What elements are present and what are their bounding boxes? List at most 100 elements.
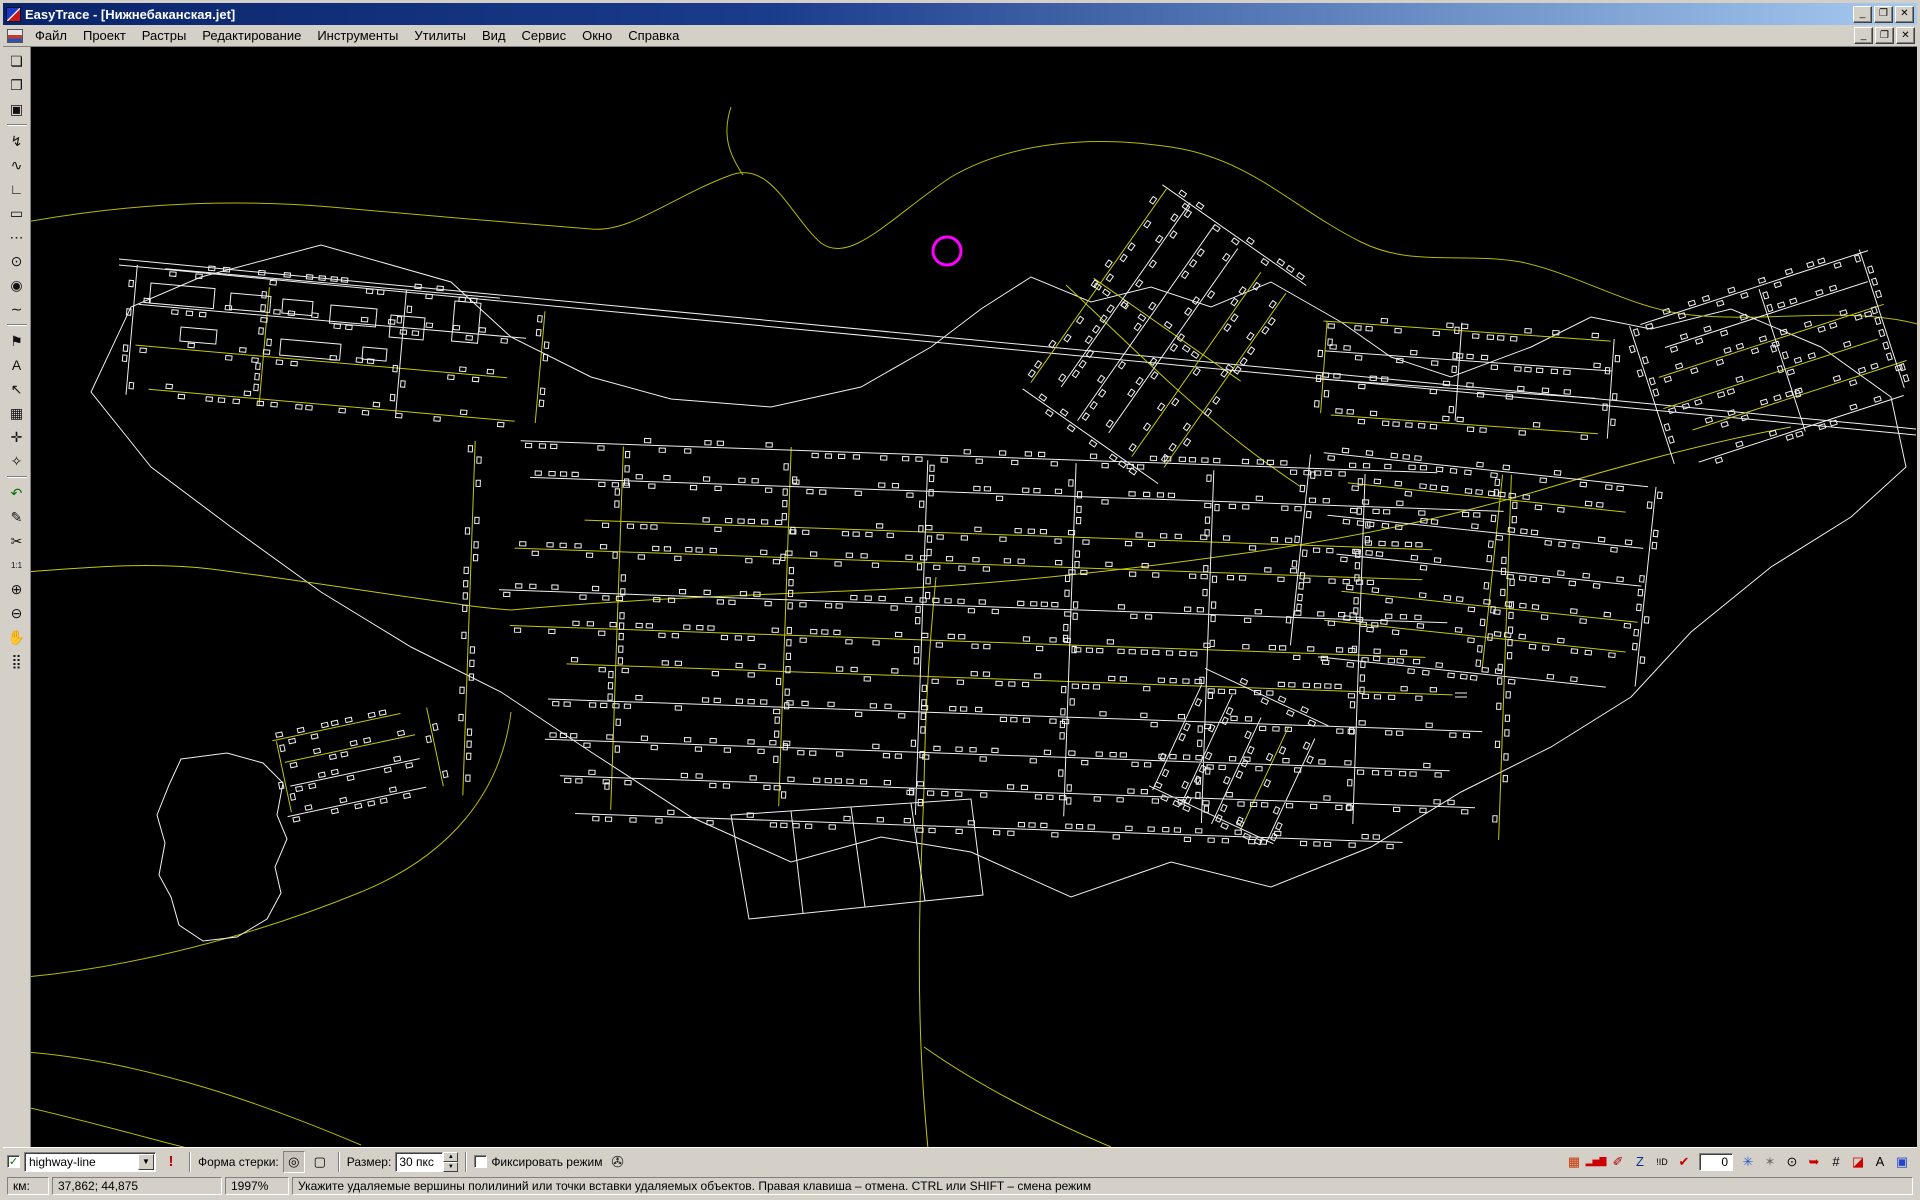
layer-colors-icon: ▣ — [1896, 1154, 1908, 1170]
menu-editing[interactable]: Редактирование — [194, 25, 309, 46]
open-project-button[interactable]: ❐ — [5, 73, 29, 97]
menu-utilities[interactable]: Утилиты — [406, 25, 474, 46]
object-id-icon: !ID — [1656, 1157, 1668, 1167]
node-edit-tool-button[interactable]: ✛ — [5, 425, 29, 449]
eraser-tool-button[interactable]: ✂ — [5, 529, 29, 553]
camera-button[interactable]: ✇ — [607, 1151, 629, 1173]
fix-mode-checkbox[interactable] — [474, 1155, 487, 1168]
minimize-button[interactable]: _ — [1853, 6, 1872, 23]
select-tool-icon: ↖ — [11, 381, 23, 398]
menu-view[interactable]: Вид — [474, 25, 514, 46]
grid-toggle-button[interactable]: # — [1825, 1151, 1847, 1173]
eraser-shape-label: Форма стерки: — [198, 1155, 279, 1169]
pan-tool-icon: ✋ — [8, 629, 25, 646]
zoom-out-icon: ⊖ — [11, 605, 23, 622]
rectangle-tool-button[interactable]: ▭ — [5, 201, 29, 225]
raster-pattern-tool-button[interactable]: ⣿ — [5, 649, 29, 673]
scale-1-1-icon: 1:1 — [11, 561, 22, 570]
join-node-button[interactable]: ✶ — [1759, 1151, 1781, 1173]
undo-button[interactable]: ↶ — [5, 481, 29, 505]
settlement-boundary — [91, 245, 1906, 897]
ortho-line-tool-icon: ∟ — [10, 181, 24, 197]
menu-project[interactable]: Проект — [75, 25, 134, 46]
alert-button[interactable]: ! — [160, 1151, 182, 1173]
scale-1-1-button[interactable]: 1:1 — [5, 553, 29, 577]
text-tool-icon: A — [12, 357, 21, 373]
layer-visible-checkbox[interactable]: ✓ — [7, 1155, 20, 1168]
restore-button[interactable]: ❐ — [1874, 6, 1893, 23]
layer-combobox[interactable]: highway-line ▼ — [24, 1152, 156, 1172]
exclamation-icon: ! — [169, 1153, 174, 1170]
node-edit-tool-icon: ✛ — [11, 429, 23, 446]
zoom-in-button[interactable]: ⊕ — [5, 577, 29, 601]
mdi-minimize-button[interactable]: _ — [1854, 27, 1873, 44]
eraser-circle-button[interactable]: ◎ — [283, 1151, 305, 1173]
wand-tool-icon: ✧ — [11, 453, 23, 470]
target-node-button[interactable]: ⊙ — [1781, 1151, 1803, 1173]
eraser-tool-icon: ✂ — [11, 533, 23, 550]
close-button[interactable]: ✕ — [1895, 6, 1914, 23]
freehand-tool-button[interactable]: ∼ — [5, 297, 29, 321]
flip-arrow-button[interactable]: ➥ — [1803, 1151, 1825, 1173]
spin-down-icon[interactable]: ▼ — [443, 1162, 458, 1172]
object-id-button[interactable]: !ID — [1651, 1151, 1673, 1173]
dotted-line-tool-button[interactable]: ⋯ — [5, 225, 29, 249]
text-objects-button[interactable]: A — [1869, 1151, 1891, 1173]
app-icon — [6, 7, 21, 22]
polyline-tool-button[interactable]: ↯ — [5, 129, 29, 153]
spin-up-icon[interactable]: ▲ — [443, 1152, 458, 1162]
pan-tool-button[interactable]: ✋ — [5, 625, 29, 649]
new-file-button[interactable]: ❏ — [5, 49, 29, 73]
menu-help[interactable]: Справка — [620, 25, 687, 46]
ortho-line-tool-button[interactable]: ∟ — [5, 177, 29, 201]
select-tool-button[interactable]: ↖ — [5, 377, 29, 401]
grid-toggle-icon: # — [1832, 1154, 1839, 1169]
generated-streets — [126, 185, 1904, 844]
flag-tool-button[interactable]: ⚑ — [5, 329, 29, 353]
open-project-icon: ❐ — [10, 77, 23, 94]
layer-colors-button[interactable]: ▣ — [1891, 1151, 1913, 1173]
menu-window[interactable]: Окно — [574, 25, 620, 46]
new-file-icon: ❏ — [10, 53, 23, 70]
validate-icon: ✔ — [1679, 1154, 1690, 1170]
spline-tool-button[interactable]: ∿ — [5, 153, 29, 177]
menu-rasters[interactable]: Растры — [134, 25, 195, 46]
map-canvas — [31, 47, 1917, 1147]
map-viewport[interactable] — [31, 47, 1917, 1147]
menu-tools[interactable]: Инструменты — [309, 25, 406, 46]
size-value[interactable]: 30 пкс — [395, 1152, 443, 1172]
text-tool-button[interactable]: A — [5, 353, 29, 377]
mdi-restore-button[interactable]: ❐ — [1875, 27, 1894, 44]
snap-node-button[interactable]: ✳ — [1737, 1151, 1759, 1173]
point-tool-button[interactable]: ◉ — [5, 273, 29, 297]
raster-palette-icon: ▦ — [1568, 1154, 1580, 1170]
eraser-cursor — [933, 237, 961, 265]
mdi-close-button[interactable]: ✕ — [1896, 27, 1915, 44]
wand-tool-button[interactable]: ✧ — [5, 449, 29, 473]
pencil-tool-button[interactable]: ✎ — [5, 505, 29, 529]
menu-service[interactable]: Сервис — [514, 25, 575, 46]
save-button[interactable]: ▣ — [5, 97, 29, 121]
size-spinner[interactable]: 30 пкс ▲ ▼ — [395, 1152, 458, 1172]
vector-pencil-button[interactable]: ✐ — [1607, 1151, 1629, 1173]
zoom-out-button[interactable]: ⊖ — [5, 601, 29, 625]
grid-select-tool-icon: ▦ — [10, 405, 23, 422]
raster-palette-button[interactable]: ▦ — [1563, 1151, 1585, 1173]
titlebar[interactable]: EasyTrace - [Нижнебаканская.jet] _ ❐ ✕ — [3, 3, 1917, 25]
eraser-square-button[interactable]: ▢ — [309, 1151, 331, 1173]
z-order-button[interactable]: Z — [1629, 1151, 1651, 1173]
pencil-tool-icon: ✎ — [11, 509, 23, 526]
validate-button[interactable]: ✔ — [1673, 1151, 1695, 1173]
circle-tool-button[interactable]: ⊙ — [5, 249, 29, 273]
grid-select-tool-button[interactable]: ▦ — [5, 401, 29, 425]
mask-toggle-button[interactable]: ◪ — [1847, 1151, 1869, 1173]
elevation-contour-corner — [31, 1107, 191, 1147]
chevron-down-icon[interactable]: ▼ — [138, 1154, 154, 1170]
circle-tool-icon: ⊙ — [11, 253, 23, 270]
size-label: Размер: — [347, 1155, 392, 1169]
histogram-button[interactable]: ▂▅▇ — [1585, 1151, 1607, 1173]
undo-icon: ↶ — [11, 485, 23, 502]
menu-file[interactable]: Файл — [27, 25, 75, 46]
counter-field[interactable]: 0 — [1699, 1153, 1733, 1171]
window-title: EasyTrace - [Нижнебаканская.jet] — [25, 7, 1849, 22]
